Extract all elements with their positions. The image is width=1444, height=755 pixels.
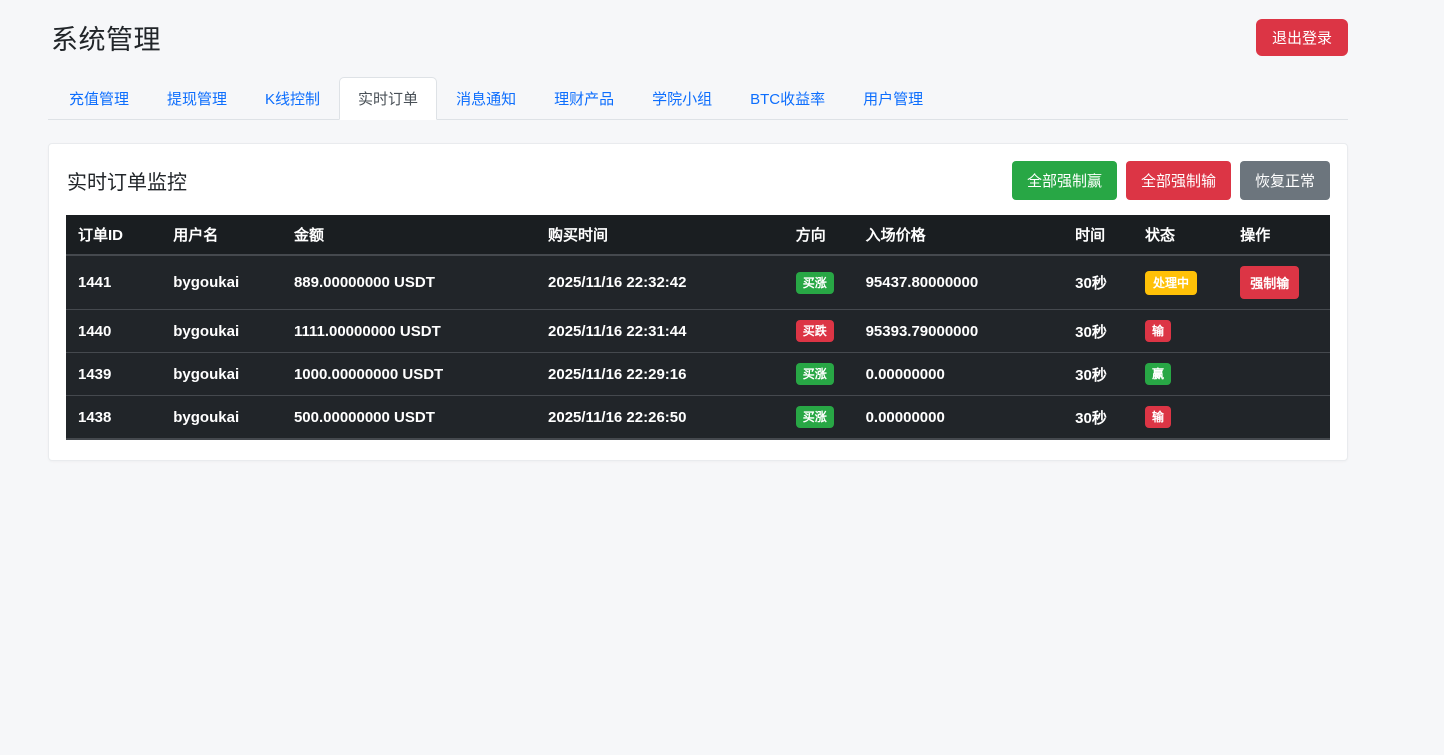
status-badge: 输: [1145, 406, 1172, 428]
page-title: 系统管理: [51, 25, 161, 55]
cell-amount: 1000.00000000 USDT: [281, 352, 537, 396]
tab-bar: 充值管理 提现管理 K线控制 实时订单 消息通知 理财产品 学院小组 BTC收益率 用户管理: [48, 77, 1348, 120]
tab-item[interactable]: 理财产品: [535, 77, 633, 120]
cell-action: [1228, 395, 1330, 440]
direction-badge: 买涨: [795, 363, 834, 385]
page-container: 系统管理 退出登录 充值管理 提现管理 K线控制 实时订单 消息通知 理财产品 学院小组 BT…: [48, 0, 1348, 461]
orders-card: 实时订单监控 全部强制赢 全部强制输 恢复正常 订单ID 用户名 金额 购买时间 方向 入场价…: [48, 143, 1348, 461]
table-head: 订单ID 用户名 金额 购买时间 方向 入场价格 时间 状态 操作: [66, 215, 1330, 256]
status-badge: 赢: [1145, 363, 1172, 385]
tab-item[interactable]: 用户管理: [844, 77, 942, 120]
status-badge: 输: [1145, 320, 1172, 342]
top-header: 系统管理 退出登录: [48, 0, 1348, 77]
cell-direction: 买涨: [783, 352, 854, 396]
table-header-row: 订单ID 用户名 金额 购买时间 方向 入场价格 时间 状态 操作: [66, 215, 1330, 256]
direction-badge: 买涨: [795, 406, 834, 428]
tab-item[interactable]: 提现管理: [148, 77, 246, 120]
column-header: 金额: [281, 215, 537, 256]
direction-badge: 买涨: [795, 271, 834, 294]
column-header: 订单ID: [66, 215, 162, 256]
cell-duration: 30秒: [1063, 309, 1134, 353]
cell-entry-price: 0.00000000: [853, 352, 1064, 396]
cell-status: 输: [1133, 395, 1229, 440]
cell-direction: 买跌: [783, 309, 854, 353]
bulk-action-button[interactable]: 全部强制输: [1125, 161, 1231, 200]
cell-order-id: 1441: [66, 255, 162, 310]
cell-order-id: 1438: [66, 395, 162, 440]
cell-status: 输: [1133, 309, 1229, 353]
cell-buy-time: 2025/11/16 22:31:44: [536, 309, 784, 353]
cell-buy-time: 2025/11/16 22:26:50: [536, 395, 784, 440]
cell-buy-time: 2025/11/16 22:29:16: [536, 352, 784, 396]
cell-entry-price: 95393.79000000: [853, 309, 1064, 353]
tab-item[interactable]: 充值管理: [50, 77, 148, 120]
card-header: 实时订单监控 全部强制赢 全部强制输 恢复正常: [66, 161, 1330, 200]
column-header: 购买时间: [536, 215, 784, 256]
cell-status: 赢: [1133, 352, 1229, 396]
cell-username: bygoukai: [161, 352, 282, 396]
table-row: 1440 bygoukai 1111.00000000 USDT 2025/11/16…: [66, 309, 1330, 353]
bulk-action-button[interactable]: 恢复正常: [1239, 161, 1330, 200]
column-header: 操作: [1228, 215, 1330, 256]
cell-amount: 1111.00000000 USDT: [281, 309, 537, 353]
status-badge: 处理中: [1145, 270, 1198, 295]
force-lose-button[interactable]: 强制输: [1240, 266, 1300, 299]
column-header: 时间: [1063, 215, 1134, 256]
cell-entry-price: 95437.80000000: [853, 255, 1064, 310]
cell-amount: 889.00000000 USDT: [281, 255, 537, 310]
table-body: 1441 bygoukai 889.00000000 USDT 2025/11/16 …: [66, 255, 1330, 440]
cell-duration: 30秒: [1063, 395, 1134, 440]
column-header: 用户名: [161, 215, 282, 256]
column-header: 入场价格: [853, 215, 1064, 256]
direction-badge: 买跌: [795, 320, 834, 342]
logout-button[interactable]: 退出登录: [1255, 19, 1348, 56]
cell-action: 强制输: [1228, 255, 1330, 310]
table-row: 1439 bygoukai 1000.00000000 USDT 2025/11/16…: [66, 352, 1330, 396]
column-header: 状态: [1133, 215, 1229, 256]
bulk-action-button[interactable]: 全部强制赢: [1011, 161, 1117, 200]
cell-duration: 30秒: [1063, 255, 1134, 310]
cell-buy-time: 2025/11/16 22:32:42: [536, 255, 784, 310]
cell-action: [1228, 309, 1330, 353]
tab-item[interactable]: BTC收益率: [731, 77, 844, 120]
card-title: 实时订单监控: [67, 172, 187, 194]
cell-amount: 500.00000000 USDT: [281, 395, 537, 440]
cell-username: bygoukai: [161, 395, 282, 440]
cell-username: bygoukai: [161, 309, 282, 353]
cell-order-id: 1440: [66, 309, 162, 353]
card-actions: 全部强制赢 全部强制输 恢复正常: [1003, 161, 1330, 200]
cell-username: bygoukai: [161, 255, 282, 310]
tab-item[interactable]: K线控制: [246, 77, 339, 120]
table-row: 1438 bygoukai 500.00000000 USDT 2025/11/16 …: [66, 395, 1330, 440]
column-header: 方向: [783, 215, 854, 256]
tab-item[interactable]: 消息通知: [437, 77, 535, 120]
cell-direction: 买涨: [783, 395, 854, 440]
tab-item[interactable]: 学院小组: [633, 77, 731, 120]
cell-direction: 买涨: [783, 255, 854, 310]
cell-action: [1228, 352, 1330, 396]
cell-order-id: 1439: [66, 352, 162, 396]
cell-entry-price: 0.00000000: [853, 395, 1064, 440]
cell-duration: 30秒: [1063, 352, 1134, 396]
tab-item[interactable]: 实时订单: [339, 77, 438, 120]
cell-status: 处理中: [1133, 255, 1229, 310]
orders-table: 订单ID 用户名 金额 购买时间 方向 入场价格 时间 状态 操作 1441 bygoukai 88…: [66, 215, 1330, 440]
table-row: 1441 bygoukai 889.00000000 USDT 2025/11/16 …: [66, 255, 1330, 310]
